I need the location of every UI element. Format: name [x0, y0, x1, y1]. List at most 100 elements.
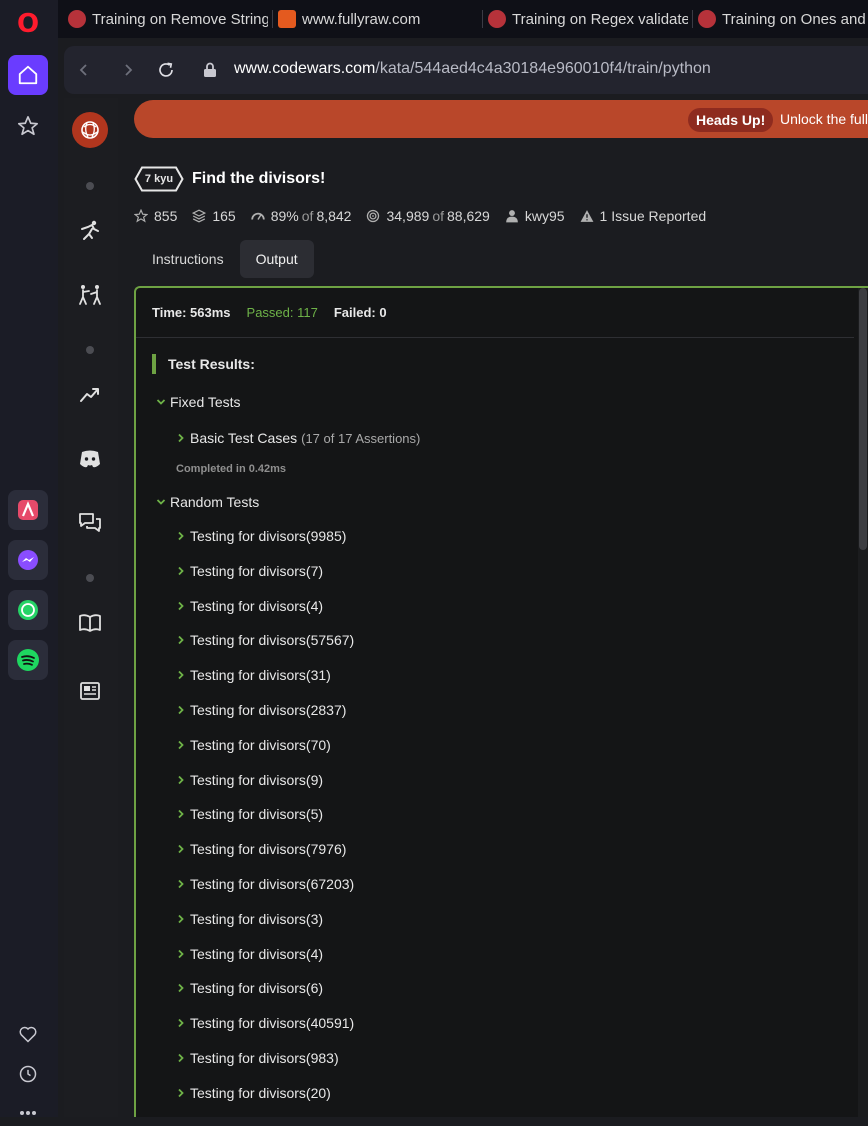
opera-logo-icon[interactable]: O [14, 10, 42, 38]
author-stat[interactable]: kwy95 [505, 208, 565, 224]
random-test-label: Testing for divisors(983) [190, 1050, 339, 1066]
random-test-item[interactable]: Testing for divisors(7) [174, 561, 323, 581]
address-bar: www.codewars.com/kata/544aed4c4a30184e96… [64, 46, 868, 94]
chevron-right-icon [174, 879, 188, 889]
docs-icon[interactable] [77, 610, 103, 636]
tab-regex-validate[interactable]: Training on Regex validate [488, 6, 688, 32]
random-test-item[interactable]: Testing for divisors(4) [174, 596, 323, 616]
random-test-item[interactable]: Testing for divisors(6) [174, 978, 323, 998]
random-test-label: Testing for divisors(57567) [190, 632, 355, 649]
random-test-item[interactable]: Testing for divisors(7976) [174, 839, 346, 859]
chevron-right-icon [174, 705, 188, 715]
chevron-right-icon [174, 433, 188, 443]
completed-of: of [432, 208, 444, 224]
codewars-logo-icon[interactable] [72, 112, 108, 148]
chevron-down-icon [154, 498, 168, 506]
news-icon[interactable] [77, 678, 103, 704]
chat-icon[interactable] [77, 510, 103, 536]
spotify-icon[interactable] [8, 640, 48, 680]
random-test-label: Testing for divisors(40591) [190, 1015, 355, 1032]
chevron-right-icon [174, 670, 188, 680]
collections-stat[interactable]: 165 [192, 208, 236, 224]
random-test-item[interactable]: Testing for divisors(67203) [174, 874, 354, 894]
codewars-favicon-icon [698, 10, 716, 28]
tab-fullyraw[interactable]: www.fullyraw.com [278, 6, 478, 32]
output-panel: Time: 563ms Passed: 117 Failed: 0 Test R… [134, 286, 868, 1117]
random-test-item[interactable]: Testing for divisors(31) [174, 665, 331, 685]
output-scrollbar[interactable] [858, 288, 868, 1117]
completed-note: Completed in 0.42ms [176, 463, 287, 475]
completed-count: 34,989 [386, 208, 430, 224]
tab-remove-string[interactable]: Training on Remove String [68, 6, 268, 32]
forward-icon[interactable] [116, 58, 140, 82]
kata-tabs: Instructions Output [136, 240, 314, 278]
discord-icon[interactable] [77, 446, 103, 472]
back-icon[interactable] [72, 58, 96, 82]
tab-output[interactable]: Output [239, 240, 314, 278]
tab-instructions[interactable]: Instructions [136, 240, 240, 278]
tab-title: Training on Remove String [92, 10, 268, 28]
nav-divider-dot [86, 346, 94, 354]
url-field[interactable]: www.codewars.com/kata/544aed4c4a30184e96… [234, 60, 711, 78]
leaderboard-icon[interactable] [77, 382, 103, 408]
random-test-label: Testing for divisors(7) [190, 562, 324, 579]
random-tests-group[interactable]: Random Tests [154, 492, 259, 512]
passed-text: Passed: 117 [246, 305, 318, 320]
star-icon [134, 209, 148, 223]
promo-banner[interactable]: Heads Up! Unlock the full po [134, 100, 868, 138]
reload-icon[interactable] [154, 58, 178, 82]
basic-test-label: Basic Test Cases [190, 430, 298, 446]
random-test-label: Testing for divisors(2837) [190, 702, 347, 718]
random-test-item[interactable]: Testing for divisors(5) [174, 804, 323, 824]
browser-sidebar: O [0, 0, 58, 1117]
chevron-right-icon [174, 1088, 188, 1098]
aria-app-icon[interactable] [8, 490, 48, 530]
bookmarks-icon[interactable] [14, 112, 42, 140]
more-icon[interactable] [14, 1098, 42, 1126]
satisfaction-of: of [301, 208, 314, 224]
random-test-item[interactable]: Testing for divisors(20) [174, 1083, 331, 1103]
heart-icon[interactable] [14, 1020, 42, 1048]
collection-icon [192, 209, 207, 223]
practice-icon[interactable] [77, 218, 103, 244]
random-test-item[interactable]: Testing for divisors(57567) [174, 630, 354, 650]
random-test-item[interactable]: Testing for divisors(40591) [174, 1013, 354, 1033]
random-test-item[interactable]: Testing for divisors(9) [174, 770, 323, 790]
fixed-tests-group[interactable]: Fixed Tests [154, 392, 241, 412]
random-test-item[interactable]: Testing for divisors(4) [174, 944, 323, 964]
random-test-item[interactable]: Testing for divisors(9985) [174, 526, 346, 546]
whatsapp-icon[interactable] [8, 590, 48, 630]
chevron-right-icon [174, 566, 188, 576]
chevron-right-icon [174, 914, 188, 924]
kata-main: Heads Up! Unlock the full po 7 kyu Find … [118, 98, 868, 1117]
random-test-label: Testing for divisors(31) [190, 667, 331, 684]
messenger-icon[interactable] [8, 540, 48, 580]
tab-ones-and[interactable]: Training on Ones and [698, 6, 868, 32]
warning-icon [580, 209, 594, 223]
random-test-item[interactable]: Testing for divisors(3) [174, 909, 323, 929]
chevron-right-icon [174, 844, 188, 854]
random-test-item[interactable]: Testing for divisors(70) [174, 735, 331, 755]
dojo-icon[interactable] [77, 282, 103, 308]
random-test-label: Testing for divisors(4) [190, 945, 324, 962]
tab-title: www.fullyraw.com [302, 10, 421, 28]
basic-test-cases[interactable]: Basic Test Cases (17 of 17 Assertions) [174, 428, 420, 448]
scrollbar-thumb[interactable] [859, 288, 867, 550]
random-test-item[interactable]: Testing for divisors(983) [174, 1048, 339, 1068]
chevron-down-icon [154, 398, 168, 406]
issues-stat[interactable]: 1 Issue Reported [580, 208, 706, 224]
random-test-label: Testing for divisors(70) [190, 736, 331, 753]
stars-stat[interactable]: 855 [134, 208, 177, 224]
stars-count: 855 [154, 208, 178, 224]
fixed-tests-label: Fixed Tests [170, 394, 241, 410]
heads-up-badge: Heads Up! [688, 108, 774, 132]
time-text: Time: 563ms [152, 305, 231, 320]
random-tests-label: Random Tests [170, 494, 260, 510]
home-icon[interactable] [8, 55, 48, 95]
tab-title: Training on Ones and [722, 10, 866, 28]
satisfaction-pct: 89% [270, 208, 299, 224]
lock-icon[interactable] [198, 58, 222, 82]
random-test-item[interactable]: Testing for divisors(2837) [174, 700, 346, 720]
history-icon[interactable] [14, 1060, 42, 1088]
collections-count: 165 [212, 208, 236, 224]
